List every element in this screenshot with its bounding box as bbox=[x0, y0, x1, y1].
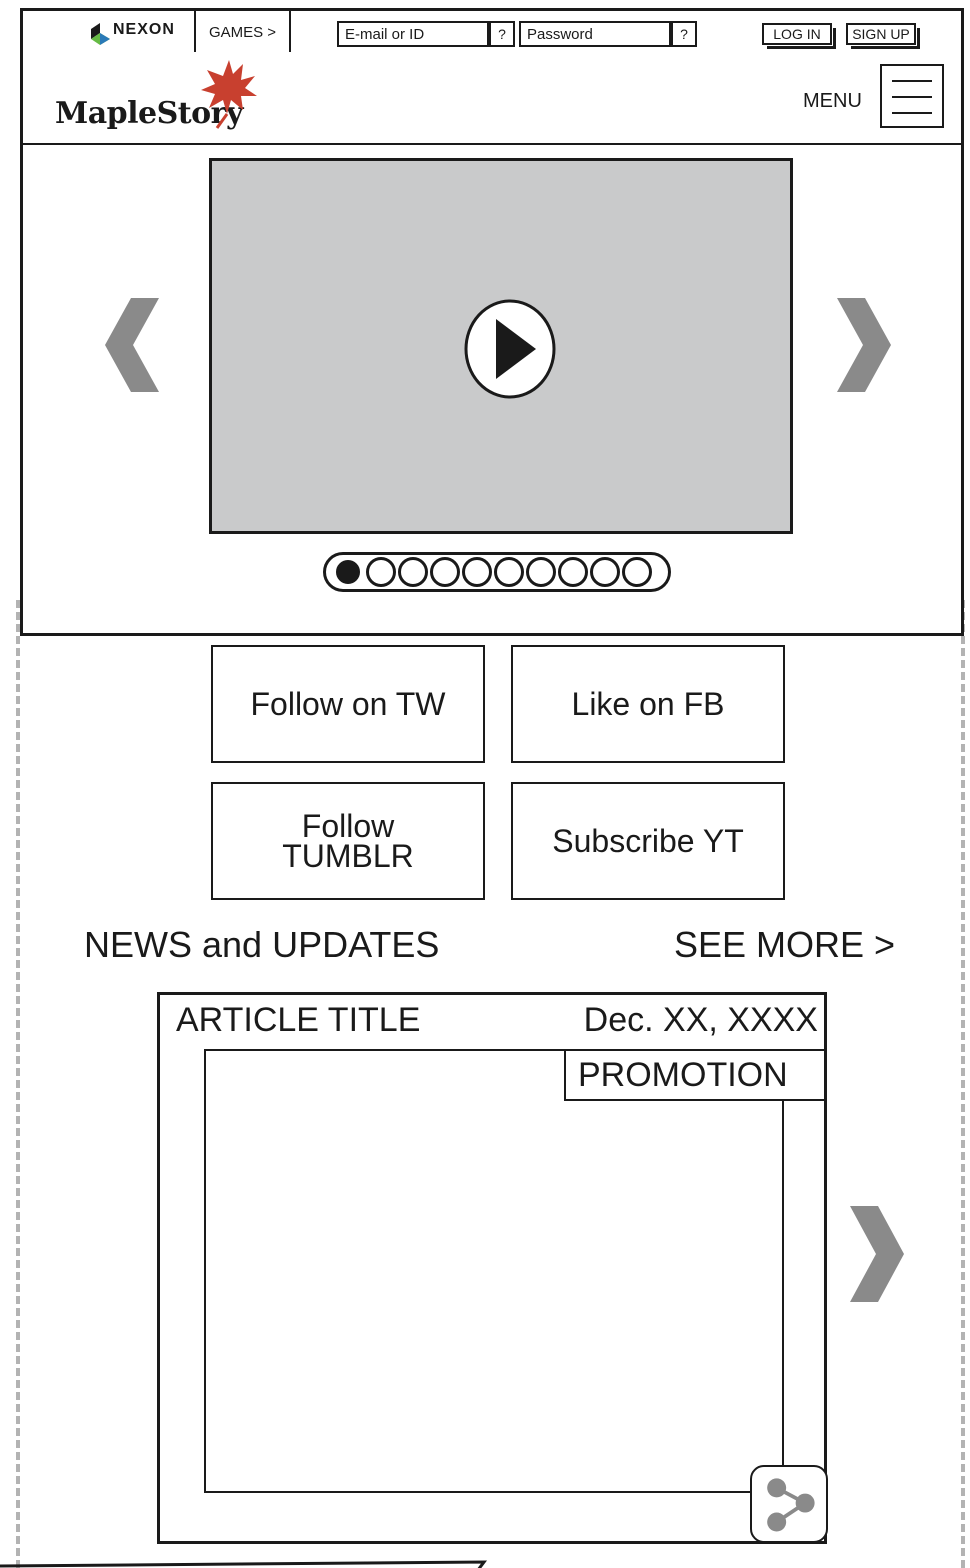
like-facebook-label: Like on FB bbox=[571, 686, 725, 722]
subscribe-youtube-label: Subscribe YT bbox=[552, 823, 744, 859]
hamburger-menu-button[interactable] bbox=[880, 64, 944, 128]
password-field[interactable] bbox=[519, 21, 671, 47]
top-utility-bar: NEXON GAMES > ? ? LOG IN SIGN UP bbox=[20, 8, 964, 54]
subscribe-youtube-button[interactable]: Subscribe YT bbox=[511, 782, 785, 900]
follow-twitter-label: Follow on TW bbox=[250, 686, 446, 722]
bottom-panel-edge bbox=[0, 1560, 488, 1568]
article-image[interactable] bbox=[204, 1049, 784, 1493]
hamburger-line bbox=[892, 112, 932, 114]
follow-tumblr-label-line2: TUMBLR bbox=[282, 838, 414, 874]
games-menu[interactable]: GAMES > bbox=[196, 11, 291, 52]
hero-prev-arrow-icon[interactable] bbox=[105, 298, 161, 392]
follow-tumblr-button[interactable]: Follow TUMBLR bbox=[211, 782, 485, 900]
article-title[interactable]: ARTICLE TITLE bbox=[176, 1001, 420, 1040]
nexon-logo-icon bbox=[91, 23, 110, 45]
login-button[interactable]: LOG IN bbox=[762, 23, 836, 49]
carousel-dot[interactable] bbox=[622, 557, 652, 587]
carousel-dot[interactable] bbox=[366, 557, 396, 587]
nexon-brand[interactable]: NEXON bbox=[23, 11, 196, 52]
hamburger-line bbox=[892, 96, 932, 98]
carousel-dot[interactable] bbox=[462, 557, 492, 587]
carousel-dot[interactable] bbox=[398, 557, 428, 587]
carousel-dot[interactable] bbox=[430, 557, 460, 587]
play-icon[interactable] bbox=[464, 299, 556, 399]
share-button[interactable] bbox=[750, 1465, 828, 1543]
article-date: Dec. XX, XXXX bbox=[583, 1001, 818, 1039]
hero-next-arrow-icon[interactable] bbox=[835, 298, 891, 392]
email-help-button[interactable]: ? bbox=[489, 21, 515, 47]
news-next-arrow-icon[interactable] bbox=[848, 1206, 904, 1302]
maple-leaf-icon bbox=[201, 60, 257, 129]
follow-twitter-button[interactable]: Follow on TW bbox=[211, 645, 485, 763]
carousel-dot[interactable] bbox=[526, 557, 556, 587]
menu-label: MENU bbox=[803, 90, 862, 112]
news-article-card[interactable]: ARTICLE TITLE Dec. XX, XXXX PROMOTION bbox=[157, 992, 828, 1544]
password-help-button[interactable]: ? bbox=[671, 21, 697, 47]
site-header: MapleStory MENU bbox=[23, 52, 961, 145]
article-category-badge: PROMOTION bbox=[564, 1049, 826, 1101]
email-field[interactable] bbox=[337, 21, 489, 47]
hero-video[interactable] bbox=[209, 158, 793, 534]
follow-tumblr-label-line1: Follow bbox=[301, 808, 395, 844]
hamburger-line bbox=[892, 80, 932, 82]
news-section-title: NEWS and UPDATES bbox=[84, 924, 440, 965]
carousel-dot[interactable] bbox=[590, 557, 620, 587]
signup-button[interactable]: SIGN UP bbox=[846, 23, 920, 49]
carousel-dot[interactable] bbox=[558, 557, 588, 587]
carousel-pagination bbox=[323, 552, 671, 592]
share-icon bbox=[767, 1478, 815, 1532]
carousel-dot[interactable] bbox=[494, 557, 524, 587]
page-guide-left bbox=[16, 600, 20, 1568]
like-facebook-button[interactable]: Like on FB bbox=[511, 645, 785, 763]
page-guide-right bbox=[961, 600, 965, 1568]
carousel-dot-active[interactable] bbox=[336, 560, 360, 584]
see-more-link[interactable]: SEE MORE > bbox=[674, 924, 895, 966]
hero-frame: MapleStory MENU bbox=[20, 52, 964, 636]
nexon-wordmark: NEXON bbox=[113, 21, 175, 38]
